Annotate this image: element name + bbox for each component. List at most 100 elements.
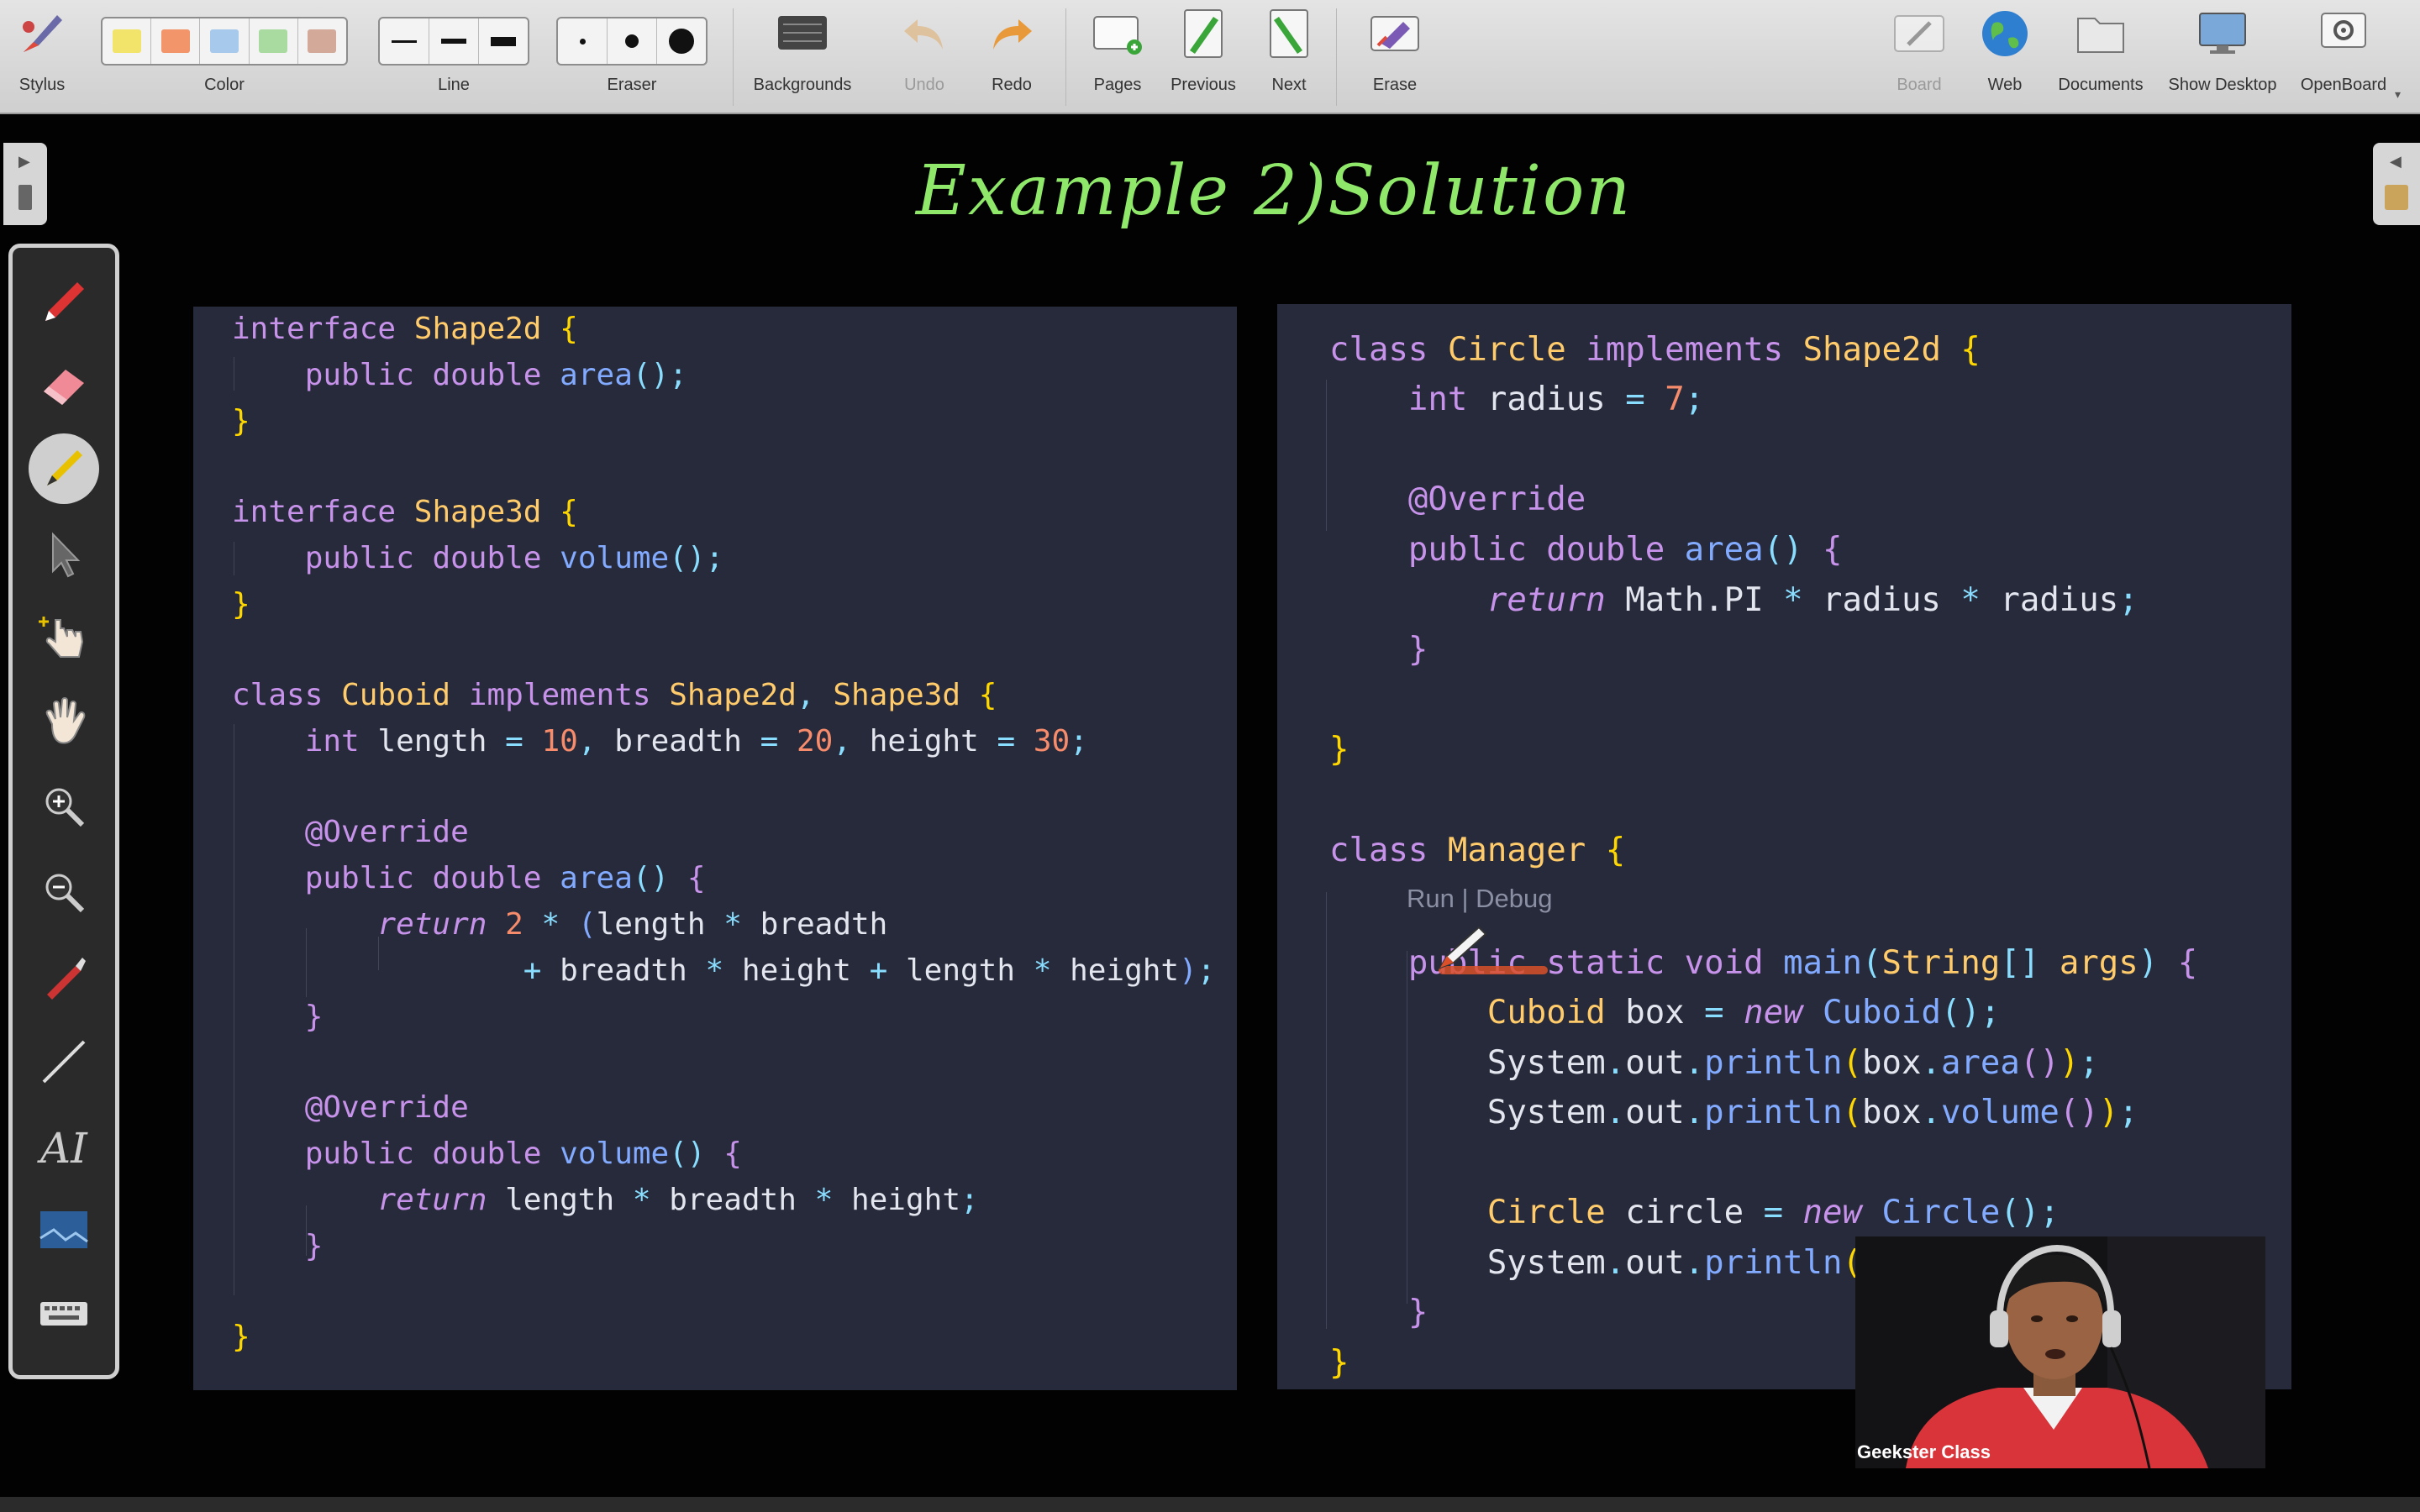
code-line: } — [232, 1320, 250, 1354]
highlighter-selected-indicator — [29, 433, 99, 504]
virtual-keyboard-tool[interactable] — [13, 1276, 115, 1352]
show-desktop-button[interactable]: Show Desktop — [2161, 7, 2284, 95]
board-icon — [1892, 7, 1946, 60]
toolbar-overflow-icon[interactable]: ▾ — [2395, 87, 2401, 102]
pages-icon — [1091, 7, 1144, 60]
stylus-button[interactable]: Stylus — [8, 7, 76, 95]
toolbar-separator — [1065, 8, 1066, 106]
run-debug-codelens[interactable]: Run | Debug — [1407, 884, 1553, 914]
laser-pointer-icon — [47, 958, 86, 1000]
code-line: return Math.PI * radius * radius; — [1486, 581, 2139, 619]
redo-button[interactable]: Redo — [978, 7, 1045, 95]
erase-icon — [1368, 7, 1422, 60]
previous-icon — [1176, 7, 1230, 60]
code-line: return length * breadth * height; — [377, 1183, 979, 1217]
svg-text:AI: AI — [37, 1124, 88, 1171]
color-swatch-brown[interactable] — [298, 18, 346, 64]
erase-button[interactable]: Erase — [1361, 7, 1428, 95]
documents-button[interactable]: Documents — [2050, 7, 2151, 95]
library-icon — [2385, 185, 2408, 210]
bottom-status-bar — [0, 1497, 2420, 1512]
undo-button[interactable]: Undo — [891, 7, 958, 95]
board-button[interactable]: Board — [1886, 7, 1953, 95]
pen-icon — [45, 282, 84, 321]
handwritten-heading: Example 2)Solution — [916, 151, 1633, 231]
pointing-hand-icon — [39, 617, 84, 658]
text-icon: AI — [37, 1124, 88, 1171]
line-thin-option[interactable] — [380, 18, 429, 64]
openboard-icon — [2317, 7, 2370, 60]
code-line: public double volume(); — [304, 541, 724, 575]
code-line: Circle circle = new Circle(); — [1486, 1194, 2060, 1231]
line-thick-option[interactable] — [479, 18, 528, 64]
capture-icon — [39, 1211, 88, 1248]
zoom-in-icon — [45, 788, 85, 827]
webcam-overlay: Geekster Class — [1855, 1236, 2265, 1468]
pen-cursor-icon — [1438, 926, 1487, 969]
color-swatch-yellow[interactable] — [103, 18, 152, 64]
code-line: public double volume() { — [304, 1137, 742, 1171]
color-swatch-orange[interactable] — [151, 18, 201, 64]
code-line: System.out.println(box.area()); — [1329, 1044, 2099, 1082]
code-line: int radius = 7; — [1407, 381, 1705, 418]
toolbar-separator — [733, 8, 734, 106]
laser-pointer-tool[interactable] — [13, 938, 115, 1014]
code-line: System.out.println(box.volume()); — [1329, 1094, 2139, 1131]
pages-button[interactable]: Pages — [1084, 7, 1151, 95]
zoom-in-tool[interactable] — [13, 769, 115, 844]
capture-tool[interactable] — [13, 1192, 115, 1268]
hand-icon — [45, 697, 86, 744]
line-medium-option[interactable] — [429, 18, 479, 64]
eraser-label: Eraser — [607, 76, 657, 94]
color-picker[interactable] — [101, 17, 348, 66]
eraser-small-option[interactable] — [558, 18, 608, 64]
eraser-tool[interactable] — [13, 347, 115, 423]
code-line: @Override — [304, 1090, 469, 1125]
code-line: @Override — [1407, 480, 1586, 518]
previous-button[interactable]: Previous — [1163, 7, 1244, 95]
pen-tool[interactable] — [13, 265, 115, 340]
code-line: class Cuboid implements Shape2d, Shape3d… — [232, 678, 997, 712]
next-icon — [1262, 7, 1316, 60]
code-line: } — [304, 1229, 324, 1263]
openboard-button[interactable]: OpenBoard — [2297, 7, 2390, 95]
code-line: public double area() { — [1407, 531, 1843, 569]
eraser-medium-option[interactable] — [608, 18, 657, 64]
eraser-large-option[interactable] — [657, 18, 706, 64]
highlighter-icon — [47, 450, 82, 486]
keyboard-icon — [40, 1302, 87, 1326]
toolbar-separator — [1336, 8, 1337, 106]
code-block-interfaces-cuboid: interface Shape2d { public double area()… — [193, 307, 1215, 1354]
zoom-out-icon — [45, 874, 85, 913]
code-line: return 2 * (length * breadth — [377, 907, 888, 942]
code-line: class Circle implements Shape2d { — [1329, 331, 1981, 369]
code-line: Cuboid box = new Cuboid(); — [1486, 994, 2001, 1032]
web-button[interactable]: Web — [1971, 7, 2039, 95]
code-panel-left: interface Shape2d { public double area()… — [193, 307, 1237, 1390]
line-tool[interactable] — [13, 1024, 115, 1100]
redo-icon — [985, 7, 1039, 60]
right-palette-toggle[interactable]: ◀ — [2373, 143, 2420, 225]
zoom-out-tool[interactable] — [13, 854, 115, 930]
eraser-size-picker[interactable] — [556, 17, 708, 66]
code-line: public double area() { — [304, 861, 706, 895]
color-swatch-blue[interactable] — [200, 18, 250, 64]
code-line: } — [1329, 731, 1349, 769]
left-palette-toggle[interactable]: ▶ — [3, 143, 47, 225]
text-tool[interactable]: AI — [13, 1108, 115, 1184]
interact-tool[interactable] — [13, 601, 115, 676]
highlighter-tool[interactable] — [13, 431, 115, 507]
code-line: interface Shape2d { — [232, 312, 578, 346]
next-button[interactable]: Next — [1255, 7, 1323, 95]
hand-tool[interactable] — [13, 685, 115, 760]
code-line: interface Shape3d { — [232, 495, 578, 529]
line-width-picker[interactable] — [378, 17, 529, 66]
color-swatch-green[interactable] — [250, 18, 298, 64]
backgrounds-button[interactable]: Backgrounds — [739, 7, 865, 95]
openboard-toolbar: Stylus Color Line Eraser Backgrounds Und… — [0, 0, 2420, 114]
code-line: } — [1407, 1294, 1428, 1331]
code-line: } — [304, 1000, 324, 1034]
undo-icon — [897, 7, 951, 60]
selector-tool[interactable] — [13, 517, 115, 592]
code-line: } — [232, 587, 250, 622]
